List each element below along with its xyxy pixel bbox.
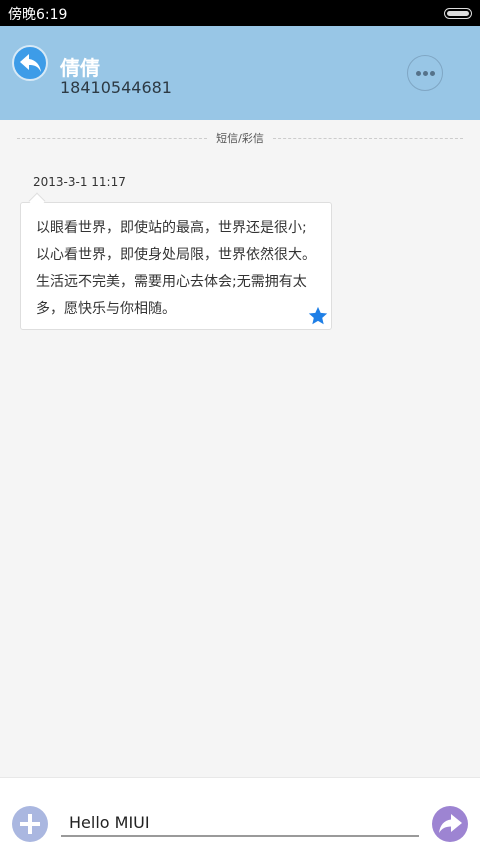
status-bar: 傍晚6:19 bbox=[0, 0, 480, 26]
message-type-divider: 短信/彩信 bbox=[17, 130, 463, 146]
message-timestamp: 2013-3-1 11:17 bbox=[33, 175, 126, 189]
more-options-button[interactable] bbox=[407, 55, 443, 91]
send-arrow-icon bbox=[439, 814, 462, 833]
battery-icon bbox=[444, 8, 472, 19]
message-input[interactable] bbox=[61, 810, 419, 837]
contact-number: 18410544681 bbox=[60, 78, 172, 97]
back-arrow-icon bbox=[20, 54, 41, 72]
message-text: 以眼看世界，即使站的最高，世界还是很小;以心看世界，即使身处局限，世界依然很大。… bbox=[36, 220, 316, 317]
conversation-header: 倩倩 18410544681 bbox=[0, 26, 480, 120]
contact-name: 倩倩 bbox=[60, 56, 100, 80]
star-icon[interactable] bbox=[307, 305, 329, 327]
send-button[interactable] bbox=[432, 806, 468, 842]
add-attachment-button[interactable] bbox=[12, 806, 48, 842]
message-bubble[interactable]: 以眼看世界，即使站的最高，世界还是很小;以心看世界，即使身处局限，世界依然很大。… bbox=[20, 202, 332, 330]
back-button[interactable] bbox=[12, 45, 48, 81]
composer-bar bbox=[0, 777, 480, 853]
status-time: 傍晚6:19 bbox=[8, 7, 68, 23]
